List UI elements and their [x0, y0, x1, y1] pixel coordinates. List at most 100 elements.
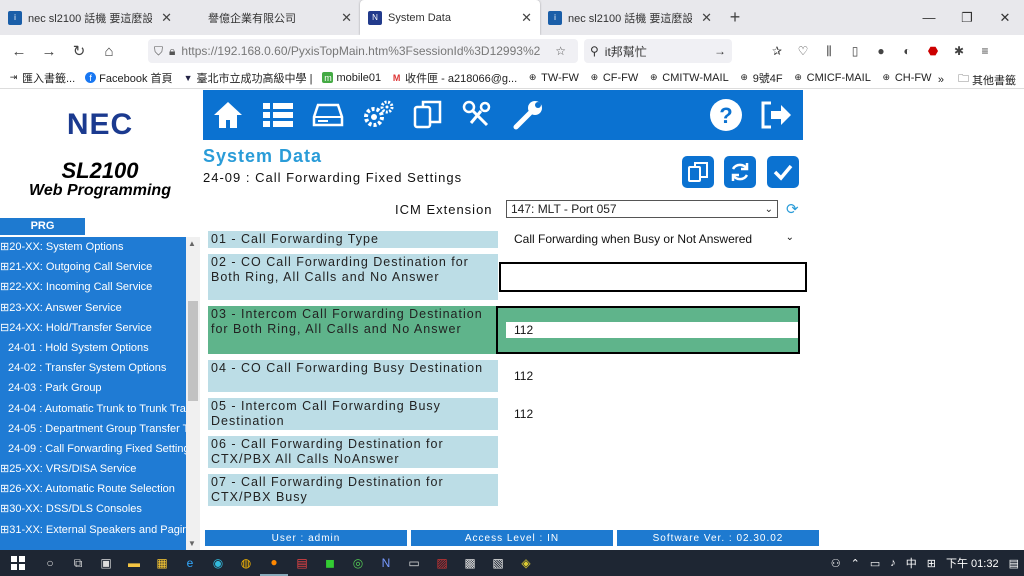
- ie-icon[interactable]: e: [176, 550, 204, 576]
- search-go-icon[interactable]: →: [714, 44, 726, 58]
- help-icon[interactable]: ?: [701, 90, 751, 140]
- task-view-icon[interactable]: ⧉: [64, 550, 92, 576]
- line-icon[interactable]: ◼: [316, 550, 344, 576]
- nav-subitem[interactable]: 24-05 : Department Group Transfer T: [0, 419, 186, 439]
- app-icon[interactable]: ▦: [148, 550, 176, 576]
- tab-close-icon[interactable]: ✕: [521, 10, 532, 26]
- copy-icon[interactable]: [403, 90, 453, 140]
- tray-chevron-icon[interactable]: ⌃: [851, 557, 860, 570]
- extension-icon[interactable]: ◐: [894, 39, 920, 63]
- copy-button[interactable]: [682, 156, 714, 188]
- browser-tab-3[interactable]: N System Data ✕: [360, 0, 540, 35]
- sidebar-scrollbar[interactable]: ▲ ▼: [186, 237, 200, 550]
- browser-tab-2[interactable]: 譽億企業有限公司 ✕: [180, 0, 360, 35]
- app-icon[interactable]: ▤: [288, 550, 316, 576]
- icm-extension-select[interactable]: 147: MLT - Port 057 ⌄: [506, 200, 778, 218]
- nav-subitem[interactable]: 24-04 : Automatic Trunk to Trunk Tra: [0, 399, 186, 419]
- pocket-icon[interactable]: ♡: [790, 39, 816, 63]
- home-icon[interactable]: ⌂: [94, 36, 124, 66]
- logout-icon[interactable]: [751, 90, 801, 140]
- back-icon[interactable]: ←: [4, 36, 34, 66]
- app-icon[interactable]: ▩: [456, 550, 484, 576]
- nav-subitem[interactable]: 24-02 : Transfer System Options: [0, 358, 186, 378]
- bookmark-item[interactable]: ⊕ CH-FW: [881, 72, 932, 84]
- app-icon[interactable]: ▧: [484, 550, 512, 576]
- bookmark-item[interactable]: f Facebook 首頁: [85, 70, 173, 86]
- other-bookmarks[interactable]: » 🗀︎ 其他書籤: [938, 70, 1016, 89]
- adblock-icon[interactable]: ⬣: [920, 39, 946, 63]
- nav-subitem[interactable]: 24-01 : Hold System Options: [0, 338, 186, 358]
- menu-icon[interactable]: ≡: [972, 39, 998, 63]
- tab-close-icon[interactable]: ✕: [161, 10, 172, 26]
- icm-refresh-icon[interactable]: ⟳: [786, 200, 799, 218]
- network-tools-icon[interactable]: [453, 90, 503, 140]
- clock[interactable]: 下午 01:32: [946, 555, 999, 571]
- restore-icon[interactable]: ❐: [948, 0, 986, 35]
- new-tab-icon[interactable]: +: [720, 0, 750, 35]
- bookmark-star-icon[interactable]: ☆: [555, 44, 566, 58]
- app-icon[interactable]: ▨: [428, 550, 456, 576]
- nav-item[interactable]: ⊞30-XX: DSS/DLS Consoles: [0, 499, 186, 519]
- bookmark-item[interactable]: ▼ 臺北市立成功高級中學 |: [183, 70, 313, 86]
- address-bar[interactable]: ⛉ 🔒︎ https://192.168.0.60/PyxisTopMain.h…: [148, 39, 578, 63]
- window-close-icon[interactable]: ✕: [986, 0, 1024, 35]
- bookmark-item[interactable]: ⊕ CMITW-MAIL: [648, 72, 729, 84]
- drive-icon[interactable]: [303, 90, 353, 140]
- bookmark-item[interactable]: ⊕ TW-FW: [527, 72, 579, 84]
- nav-item[interactable]: ⊞26-XX: Automatic Route Selection: [0, 479, 186, 499]
- app-icon[interactable]: ▣: [92, 550, 120, 576]
- windows-start-icon[interactable]: [0, 550, 36, 576]
- browser-tab-4[interactable]: i nec sl2100 話機 要這麼設定轉 ✕: [540, 0, 720, 35]
- search-icon[interactable]: ○: [36, 550, 64, 576]
- nav-item[interactable]: ⊞31-XX: External Speakers and Pagin: [0, 520, 186, 540]
- bookmark-item[interactable]: ⊕ 9號4F: [739, 70, 782, 86]
- pin-icon[interactable]: ✰: [764, 39, 790, 63]
- co-busy-destination-input[interactable]: 112: [506, 368, 798, 384]
- search-box[interactable]: ⚲ it邦幫忙 →: [584, 39, 732, 63]
- browser-tab-1[interactable]: i nec sl2100 話機 要這麼設定轉 ✕: [0, 0, 180, 35]
- ime-indicator[interactable]: 中: [906, 555, 917, 571]
- wrench-icon[interactable]: [503, 90, 553, 140]
- list-icon[interactable]: [253, 90, 303, 140]
- nav-item[interactable]: ⊞22-XX: Incoming Call Service: [0, 277, 186, 297]
- bookmark-item[interactable]: ⇥ 匯入書籤...: [8, 70, 75, 86]
- bookmark-item[interactable]: m mobile01: [322, 72, 381, 84]
- reload-icon[interactable]: ↻: [64, 36, 94, 66]
- extensions-icon[interactable]: ✱: [946, 39, 972, 63]
- minimize-icon[interactable]: —: [910, 0, 948, 35]
- wechat-icon[interactable]: ◎: [344, 550, 372, 576]
- network-icon[interactable]: ▭: [870, 557, 880, 570]
- scroll-down-icon[interactable]: ▼: [188, 539, 196, 548]
- forward-icon[interactable]: →: [34, 36, 64, 66]
- apply-button[interactable]: [767, 156, 799, 188]
- nav-item[interactable]: ⊞21-XX: Outgoing Call Service: [0, 257, 186, 277]
- account-icon[interactable]: ●: [868, 39, 894, 63]
- people-icon[interactable]: ⚇: [831, 557, 841, 570]
- notification-icon[interactable]: ▤: [1009, 557, 1019, 570]
- edge-icon[interactable]: ◉: [204, 550, 232, 576]
- firefox-icon[interactable]: ●: [260, 550, 288, 576]
- ctx-pbx-busy-input[interactable]: [506, 482, 798, 498]
- tab-close-icon[interactable]: ✕: [701, 10, 712, 26]
- app-icon[interactable]: ◈: [512, 550, 540, 576]
- nav-subitem-active[interactable]: 24-09 : Call Forwarding Fixed Setting: [0, 439, 186, 459]
- file-explorer-icon[interactable]: ▬: [120, 550, 148, 576]
- scroll-up-icon[interactable]: ▲: [188, 239, 196, 248]
- bookmark-item[interactable]: ⊕ CMICF-MAIL: [793, 72, 870, 84]
- gears-icon[interactable]: [353, 90, 403, 140]
- app-icon[interactable]: N: [372, 550, 400, 576]
- home-icon[interactable]: [203, 90, 253, 140]
- chrome-icon[interactable]: ◍: [232, 550, 260, 576]
- chevron-right-icon[interactable]: »: [938, 74, 944, 86]
- nav-item[interactable]: ⊞25-XX: VRS/DISA Service: [0, 459, 186, 479]
- refresh-button[interactable]: [724, 156, 756, 188]
- input-mode-icon[interactable]: ⊞: [927, 557, 936, 570]
- call-forwarding-type-select[interactable]: Call Forwarding when Busy or Not Answere…: [506, 231, 798, 247]
- nav-item[interactable]: ⊞23-XX: Answer Service: [0, 298, 186, 318]
- intercom-busy-destination-input[interactable]: 112: [506, 406, 798, 422]
- sidebar-icon[interactable]: ▯: [842, 39, 868, 63]
- ctx-pbx-noanswer-input[interactable]: [506, 444, 798, 460]
- prg-tab[interactable]: PRG: [0, 218, 85, 235]
- scroll-thumb[interactable]: [188, 301, 198, 401]
- nav-item[interactable]: ⊟24-XX: Hold/Transfer Service: [0, 318, 186, 338]
